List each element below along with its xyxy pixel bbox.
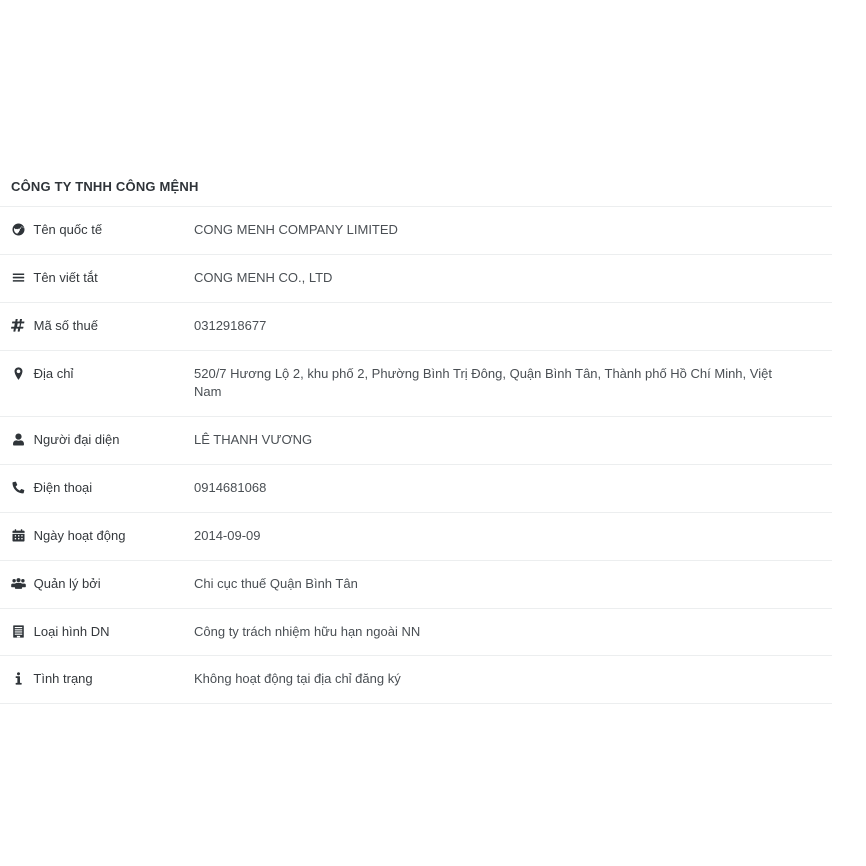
table-row: Mã số thuế 0312918677 — [0, 302, 832, 350]
row-label: Mã số thuế — [33, 317, 98, 333]
table-row: Điện thoại 0914681068 — [0, 464, 832, 513]
page-title: CÔNG TY TNHH CÔNG MỆNH — [11, 179, 199, 194]
row-value: LÊ THANH VƯƠNG — [194, 432, 313, 448]
row-value: 520/7 Hương Lộ 2, khu phố 2, Phường Bình… — [194, 365, 772, 400]
hashtag-icon — [11, 318, 26, 332]
row-value: CONG MENH CO., LTD — [194, 269, 333, 285]
row-value: Công ty trách nhiệm hữu hạn ngoài NN — [194, 623, 421, 639]
row-value: 2014-09-09 — [194, 527, 261, 543]
company-info-panel: CÔNG TY TNHH CÔNG MỆNH Tên quốc tế CONG … — [0, 168, 832, 704]
row-label-cell: Tên quốc tế — [0, 207, 194, 255]
row-label-cell: Ngày hoạt động — [0, 512, 194, 560]
row-label-cell: Quản lý bởi — [0, 560, 194, 608]
table-row: Tên quốc tế CONG MENH COMPANY LIMITED — [0, 206, 832, 255]
row-label: Tình trạng — [33, 671, 93, 687]
row-label-cell: Điện thoại — [0, 465, 194, 513]
globe-icon — [11, 223, 26, 236]
building-icon — [11, 624, 26, 638]
table-row: Tình trạng Không hoạt động tại địa chỉ đ… — [0, 655, 832, 704]
row-value: Chi cục thuế Quận Bình Tân — [194, 575, 358, 591]
info-icon — [11, 672, 26, 686]
top-spacer — [0, 0, 866, 168]
row-value: Không hoạt động tại địa chỉ đăng ký — [194, 671, 401, 687]
table-row: Loại hình DN Công ty trách nhiệm hữu hạn… — [0, 608, 832, 656]
calendar-icon — [11, 529, 26, 542]
map-marker-icon — [11, 366, 26, 380]
row-label-cell: Tên viết tắt — [0, 254, 194, 302]
row-label-cell: Mã số thuế — [0, 302, 194, 350]
row-label-cell: Loại hình DN — [0, 608, 194, 656]
users-icon — [11, 577, 26, 590]
row-label-cell: Tình trạng — [0, 656, 194, 704]
user-icon — [11, 433, 26, 446]
row-label: Quản lý bởi — [33, 575, 101, 591]
row-label-cell: Địa chỉ — [0, 350, 194, 417]
list-icon — [11, 271, 26, 284]
row-value: 0312918677 — [194, 317, 267, 333]
company-info-table: Tên quốc tế CONG MENH COMPANY LIMITED Tê… — [0, 206, 832, 704]
table-row: Quản lý bởi Chi cục thuế Quận Bình Tân — [0, 560, 832, 608]
company-info-page: CÔNG TY TNHH CÔNG MỆNH Tên quốc tế CONG … — [0, 0, 866, 866]
table-row: Ngày hoạt động 2014-09-09 — [0, 512, 832, 560]
phone-icon — [11, 481, 26, 494]
row-label: Điện thoại — [33, 480, 93, 496]
row-value: CONG MENH COMPANY LIMITED — [194, 222, 398, 237]
row-label: Tên viết tắt — [33, 269, 98, 285]
row-label: Người đại diện — [33, 432, 120, 448]
row-label: Tên quốc tế — [33, 222, 103, 237]
table-row: Tên viết tắt CONG MENH CO., LTD — [0, 254, 832, 302]
row-label-cell: Người đại diện — [0, 417, 194, 465]
row-value: 0914681068 — [194, 480, 267, 496]
row-label: Ngày hoạt động — [33, 527, 126, 543]
row-label: Loại hình DN — [33, 623, 110, 639]
table-row: Người đại diện LÊ THANH VƯƠNG — [0, 416, 832, 465]
row-label: Địa chỉ — [33, 365, 74, 381]
table-body: Tên quốc tế CONG MENH COMPANY LIMITED Tê… — [0, 206, 832, 704]
table-row: Địa chỉ 520/7 Hương Lộ 2, khu phố 2, Phư… — [0, 350, 832, 417]
